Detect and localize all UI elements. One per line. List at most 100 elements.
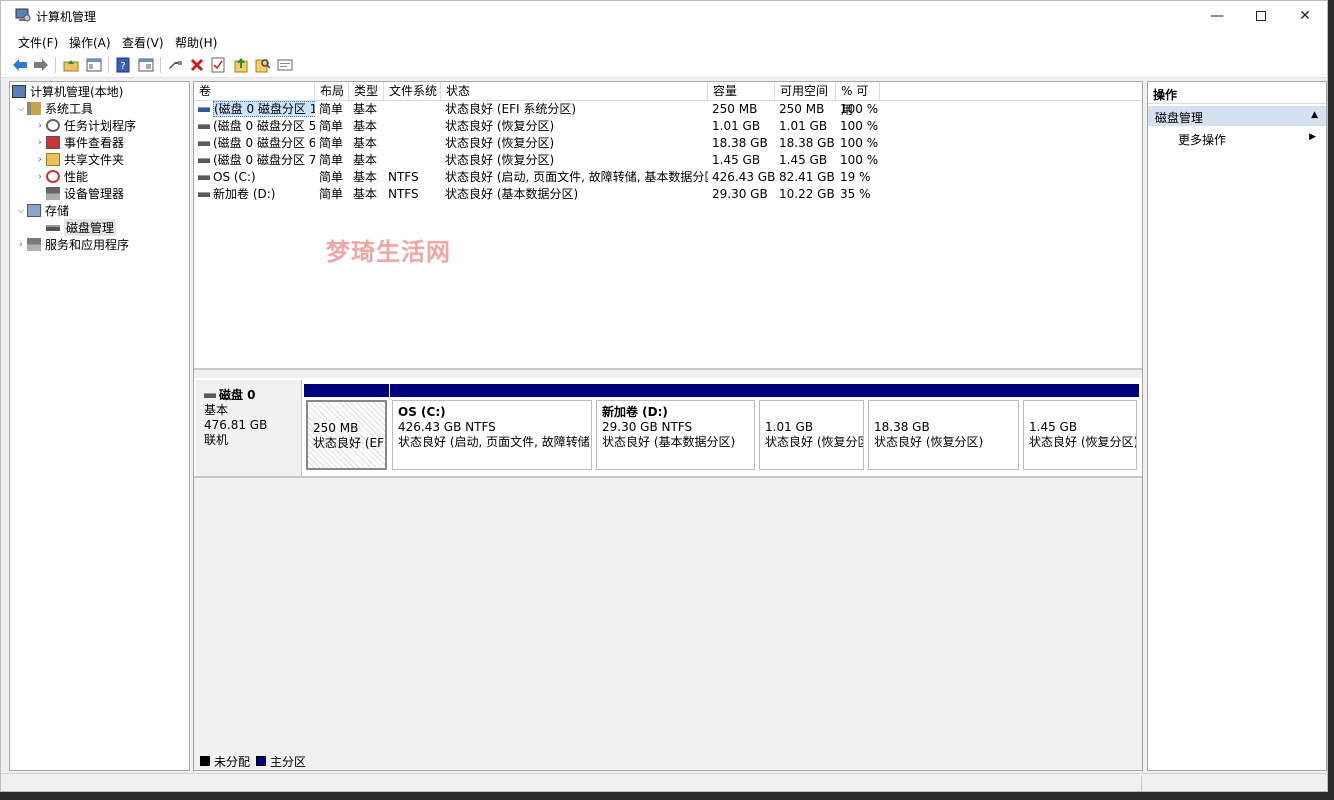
table-cell: 基本 <box>353 119 378 133</box>
table-cell: 1.45 GB <box>779 153 828 167</box>
volume-name: 新加卷 (D:) <box>213 187 276 201</box>
partition-block[interactable]: 250 MB状态良好 (EFI 系统分区) <box>304 384 389 474</box>
tree-node-performance[interactable]: › 性能 <box>34 168 88 185</box>
table-row[interactable]: (磁盘 0 磁盘分区 5) 简单 基本 状态良好 (恢复分区) 1.01 GB 1.01 … <box>194 118 1142 135</box>
tree-node-storage[interactable]: ⌵ 存储 <box>15 202 69 219</box>
tree-node-system-tools[interactable]: ⌵ 系统工具 <box>15 100 93 117</box>
more-actions-item[interactable]: 更多操作 <box>1178 131 1226 148</box>
properties-button[interactable] <box>137 56 155 74</box>
column-header-free-space[interactable]: 可用空间 <box>775 82 836 101</box>
export-icon <box>234 58 248 73</box>
actions-section-disk-management[interactable]: 磁盘管理 ▲ <box>1148 106 1326 126</box>
submenu-arrow-icon[interactable]: ▶ <box>1309 132 1316 142</box>
table-row[interactable]: (磁盘 0 磁盘分区 6) 简单 基本 状态良好 (恢复分区) 18.38 GB 18.3… <box>194 135 1142 152</box>
tree-node-root[interactable]: 计算机管理(本地) <box>12 83 123 100</box>
tree-node-event-viewer[interactable]: › 事件查看器 <box>34 134 124 151</box>
column-header-layout[interactable]: 布局 <box>315 82 349 101</box>
chevron-right-icon[interactable]: › <box>34 138 46 148</box>
column-header-filesystem[interactable]: 文件系统 <box>384 82 441 101</box>
disk-name-row: 磁盘 0 <box>204 388 301 403</box>
column-header-volume[interactable]: 卷 <box>194 82 315 101</box>
toolbar-separator <box>55 57 56 73</box>
legend-swatch-primary <box>256 756 267 766</box>
menu-file[interactable]: 文件(F) <box>18 34 58 51</box>
export-button[interactable] <box>232 56 250 74</box>
partition-size: 18.38 GB <box>874 420 930 434</box>
up-level-button[interactable] <box>62 56 80 74</box>
actions-section-label: 磁盘管理 <box>1155 111 1204 125</box>
delete-button[interactable] <box>188 56 206 74</box>
tree-label: 事件查看器 <box>64 136 125 150</box>
checklist-button[interactable] <box>209 56 227 74</box>
partition-body: 新加卷 (D:) 29.30 GB NTFS 状态良好 (基本数据分区) <box>596 400 755 470</box>
column-header-percent-free[interactable]: % 可用 <box>836 82 880 117</box>
partition-title: OS (C:) <box>398 405 446 419</box>
show-hide-tree-button[interactable] <box>85 56 103 74</box>
back-button[interactable] <box>11 56 29 74</box>
tree-node-task-scheduler[interactable]: › 任务计划程序 <box>34 117 136 134</box>
partition-title: 新加卷 (D:) <box>602 405 668 419</box>
partition-block[interactable]: OS (C:) 426.43 GB NTFS 状态良好 (启动, 页面文件, 故障转… <box>390 384 594 474</box>
table-cell: NTFS <box>388 170 419 184</box>
svg-text:?: ? <box>120 61 125 72</box>
tree-node-shared-folders[interactable]: › 共享文件夹 <box>34 151 124 168</box>
help-button[interactable]: ? <box>114 56 132 74</box>
partition-block[interactable]: 1.01 GB 状态良好 (恢复分区) <box>757 384 866 474</box>
table-row[interactable]: 新加卷 (D:) 简单 基本 NTFS 状态良好 (基本数据分区) 29.30 GB 10.… <box>194 186 1142 203</box>
column-header-type[interactable]: 类型 <box>349 82 384 101</box>
table-cell: 状态良好 (EFI 系统分区) <box>445 102 577 116</box>
chevron-down-icon[interactable]: ⌵ <box>15 206 27 216</box>
menu-action[interactable]: 操作(A) <box>69 34 111 51</box>
tools-icon <box>27 102 41 115</box>
volume-list-header: 卷 布局 类型 文件系统 状态 容量 可用空间 % 可用 <box>194 82 1142 117</box>
minimize-button[interactable]: — <box>1194 1 1240 31</box>
volume-name: (磁盘 0 磁盘分区 7) <box>213 153 315 167</box>
chevron-right-icon[interactable]: › <box>34 155 46 165</box>
menu-view[interactable]: 查看(V) <box>122 34 164 51</box>
partition-size: 1.45 GB <box>1029 420 1078 434</box>
chevron-right-icon[interactable]: › <box>34 121 46 131</box>
tree-label: 存储 <box>45 204 70 218</box>
table-cell: 基本 <box>353 170 378 184</box>
maximize-button[interactable] <box>1238 1 1284 31</box>
table-cell: 状态良好 (恢复分区) <box>445 153 555 167</box>
table-row[interactable]: (磁盘 0 磁盘分区 7) 简单 基本 状态良好 (恢复分区) 1.45 GB 1.45 … <box>194 152 1142 169</box>
column-header-status[interactable]: 状态 <box>441 82 708 101</box>
help-icon: ? <box>116 57 130 73</box>
table-cell: 基本 <box>353 153 378 167</box>
table-cell: 29.30 GB <box>712 187 768 201</box>
partition-block[interactable]: 新加卷 (D:) 29.30 GB NTFS 状态良好 (基本数据分区) <box>594 384 757 474</box>
column-header-capacity[interactable]: 容量 <box>708 82 775 101</box>
tree-label: 系统工具 <box>45 102 94 116</box>
table-row[interactable]: OS (C:) 简单 基本 NTFS 状态良好 (启动, 页面文件, 故障转储, 基本数… <box>194 169 1142 186</box>
legend-swatch-unallocated <box>200 756 210 766</box>
close-button[interactable]: ✕ <box>1282 1 1327 31</box>
table-cell <box>384 118 441 135</box>
chevron-right-icon[interactable]: › <box>15 240 27 250</box>
toolbar: ? <box>1 52 1327 78</box>
table-cell: 状态良好 (恢复分区) <box>445 136 555 150</box>
table-cell: 18.38 GB <box>712 136 768 150</box>
disk-info[interactable]: 磁盘 0 基本 476.81 GB 联机 <box>196 380 302 476</box>
settings-button[interactable] <box>276 56 294 74</box>
toolbar-separator <box>108 57 109 73</box>
table-cell: 基本 <box>353 102 378 116</box>
partition-block[interactable]: 1.45 GB 状态良好 (恢复分区) <box>1021 384 1139 474</box>
table-row[interactable]: (磁盘 0 磁盘分区 1) 简单 基本 状态良好 (EFI 系统分区) 250 MB 25… <box>194 101 1142 118</box>
storage-icon <box>27 204 41 217</box>
partition-block[interactable]: 18.38 GB 状态良好 (恢复分区) <box>866 384 1021 474</box>
table-cell: 状态良好 (基本数据分区) <box>445 187 579 201</box>
chevron-right-icon[interactable]: › <box>34 172 46 182</box>
menu-help[interactable]: 帮助(H) <box>175 34 217 51</box>
tree-node-device-manager[interactable]: 设备管理器 <box>46 185 124 202</box>
connect-button[interactable] <box>166 56 184 74</box>
search-button[interactable] <box>254 56 272 74</box>
forward-button[interactable] <box>32 56 50 74</box>
tree-label: 服务和应用程序 <box>45 238 130 252</box>
tree-node-services[interactable]: › 服务和应用程序 <box>15 236 129 253</box>
chevron-down-icon[interactable]: ⌵ <box>15 104 27 114</box>
tree-node-disk-management[interactable]: 磁盘管理 <box>46 219 117 236</box>
partition-status: 状态良好 (基本数据分区) <box>602 435 736 449</box>
table-cell <box>384 101 441 118</box>
collapse-arrow-icon[interactable]: ▲ <box>1311 110 1318 120</box>
